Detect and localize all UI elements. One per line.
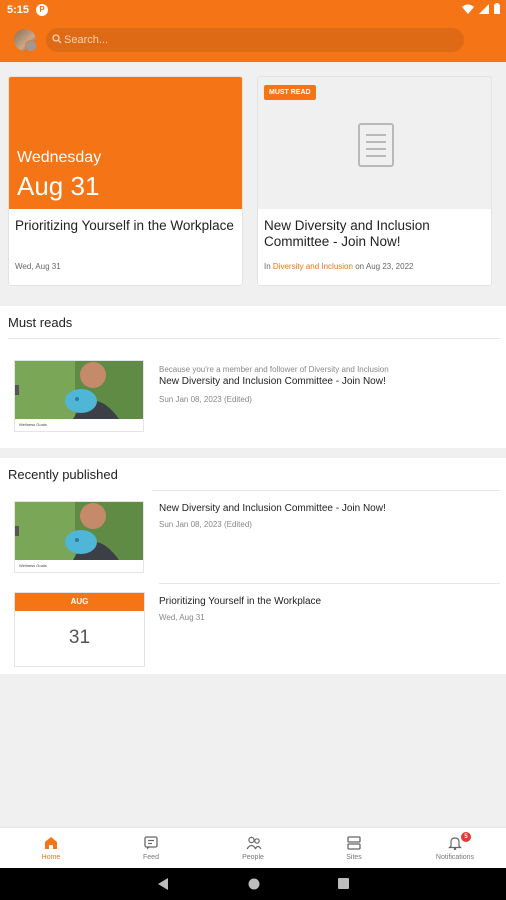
event-date: Aug 31 xyxy=(17,171,100,201)
article-thumbnail: Wellness Goals xyxy=(14,360,144,432)
home-circle-icon[interactable] xyxy=(248,878,260,890)
featured-card-must-read[interactable]: MUST READ New Diversity and Inclusion Co… xyxy=(257,76,492,286)
article-title: Prioritizing Yourself in the Workplace xyxy=(159,596,322,607)
app-notification-icon: P xyxy=(36,4,48,16)
recommendation-reason: Because you're a member and follower of … xyxy=(159,365,389,374)
section-title: Must reads xyxy=(8,315,73,330)
thumbnail-caption: Wellness Goals xyxy=(19,563,47,568)
article-date: Sun Jan 08, 2023 (Edited) xyxy=(159,395,252,404)
feed-icon xyxy=(144,836,158,850)
featured-carousel: Wednesday Aug 31 Prioritizing Yourself i… xyxy=(0,62,506,298)
search-placeholder: Search... xyxy=(64,34,109,46)
nav-label: People xyxy=(242,854,264,861)
card-title: New Diversity and Inclusion Committee - … xyxy=(264,218,430,249)
meta-suffix: on Aug 23, 2022 xyxy=(355,262,414,271)
status-time: 5:15 xyxy=(7,4,30,16)
nav-label: Notifications xyxy=(435,854,475,861)
nav-label: Feed xyxy=(143,854,159,861)
wifi-icon xyxy=(462,4,474,14)
meta-prefix: In xyxy=(264,262,271,271)
divider xyxy=(8,338,500,339)
section-title: Recently published xyxy=(8,467,118,482)
wellness-photo xyxy=(15,361,143,419)
event-calendar-thumbnail: AUG 31 xyxy=(14,592,145,667)
signal-icon xyxy=(479,3,489,14)
avatar-status-badge xyxy=(25,40,37,52)
calendar-month: AUG xyxy=(15,593,144,611)
article-date: Sun Jan 08, 2023 (Edited) xyxy=(159,520,252,529)
event-date-hero: Wednesday Aug 31 xyxy=(9,77,242,209)
nav-notifications[interactable]: 5 Notifications xyxy=(405,828,505,869)
must-reads-section: Must reads Wellness Goals Because you're… xyxy=(0,306,506,448)
nav-people[interactable]: People xyxy=(203,828,303,869)
bell-icon xyxy=(448,837,462,850)
system-navigation-bar xyxy=(0,868,506,900)
nav-sites[interactable]: Sites xyxy=(304,828,404,869)
home-icon xyxy=(45,837,57,849)
back-icon[interactable] xyxy=(158,878,169,890)
people-icon xyxy=(246,836,262,850)
status-bar: 5:15 P xyxy=(0,0,506,20)
search-input[interactable]: Search... xyxy=(46,28,464,52)
article-title: New Diversity and Inclusion Committee - … xyxy=(159,503,386,514)
nav-feed[interactable]: Feed xyxy=(101,828,201,869)
status-icons xyxy=(462,3,500,14)
wellness-photo xyxy=(15,502,143,560)
recents-icon[interactable] xyxy=(338,878,349,889)
card-meta: Wed, Aug 31 xyxy=(15,262,61,271)
thumbnail-caption: Wellness Goals xyxy=(19,422,47,427)
card-meta: In Diversity and Inclusion on Aug 23, 20… xyxy=(264,262,413,271)
article-thumbnail: Wellness Goals xyxy=(14,501,144,573)
nav-label: Sites xyxy=(346,854,362,861)
nav-label: Home xyxy=(41,854,61,861)
nav-home[interactable]: Home xyxy=(1,828,101,869)
divider xyxy=(152,490,500,491)
notification-count-badge: 5 xyxy=(461,832,471,842)
article-title: New Diversity and Inclusion Committee - … xyxy=(159,376,386,387)
divider xyxy=(159,583,500,584)
bottom-navigation: Home Feed People Sites 5 Notifications xyxy=(0,827,506,868)
card-title: Prioritizing Yourself in the Workplace xyxy=(15,218,234,233)
card-image-placeholder: MUST READ xyxy=(258,77,491,209)
featured-card-event[interactable]: Wednesday Aug 31 Prioritizing Yourself i… xyxy=(8,76,243,286)
search-icon xyxy=(52,34,62,44)
must-read-badge: MUST READ xyxy=(264,85,316,100)
event-weekday: Wednesday xyxy=(17,149,102,166)
recently-published-section: Recently published Wellness Goals New Di… xyxy=(0,458,506,674)
sites-icon xyxy=(347,836,361,850)
document-icon xyxy=(358,123,394,167)
battery-icon xyxy=(494,3,500,14)
calendar-day: 31 xyxy=(68,627,91,648)
site-link[interactable]: Diversity and Inclusion xyxy=(273,262,353,271)
article-date: Wed, Aug 31 xyxy=(159,613,205,622)
top-app-bar: Search... xyxy=(0,20,506,62)
